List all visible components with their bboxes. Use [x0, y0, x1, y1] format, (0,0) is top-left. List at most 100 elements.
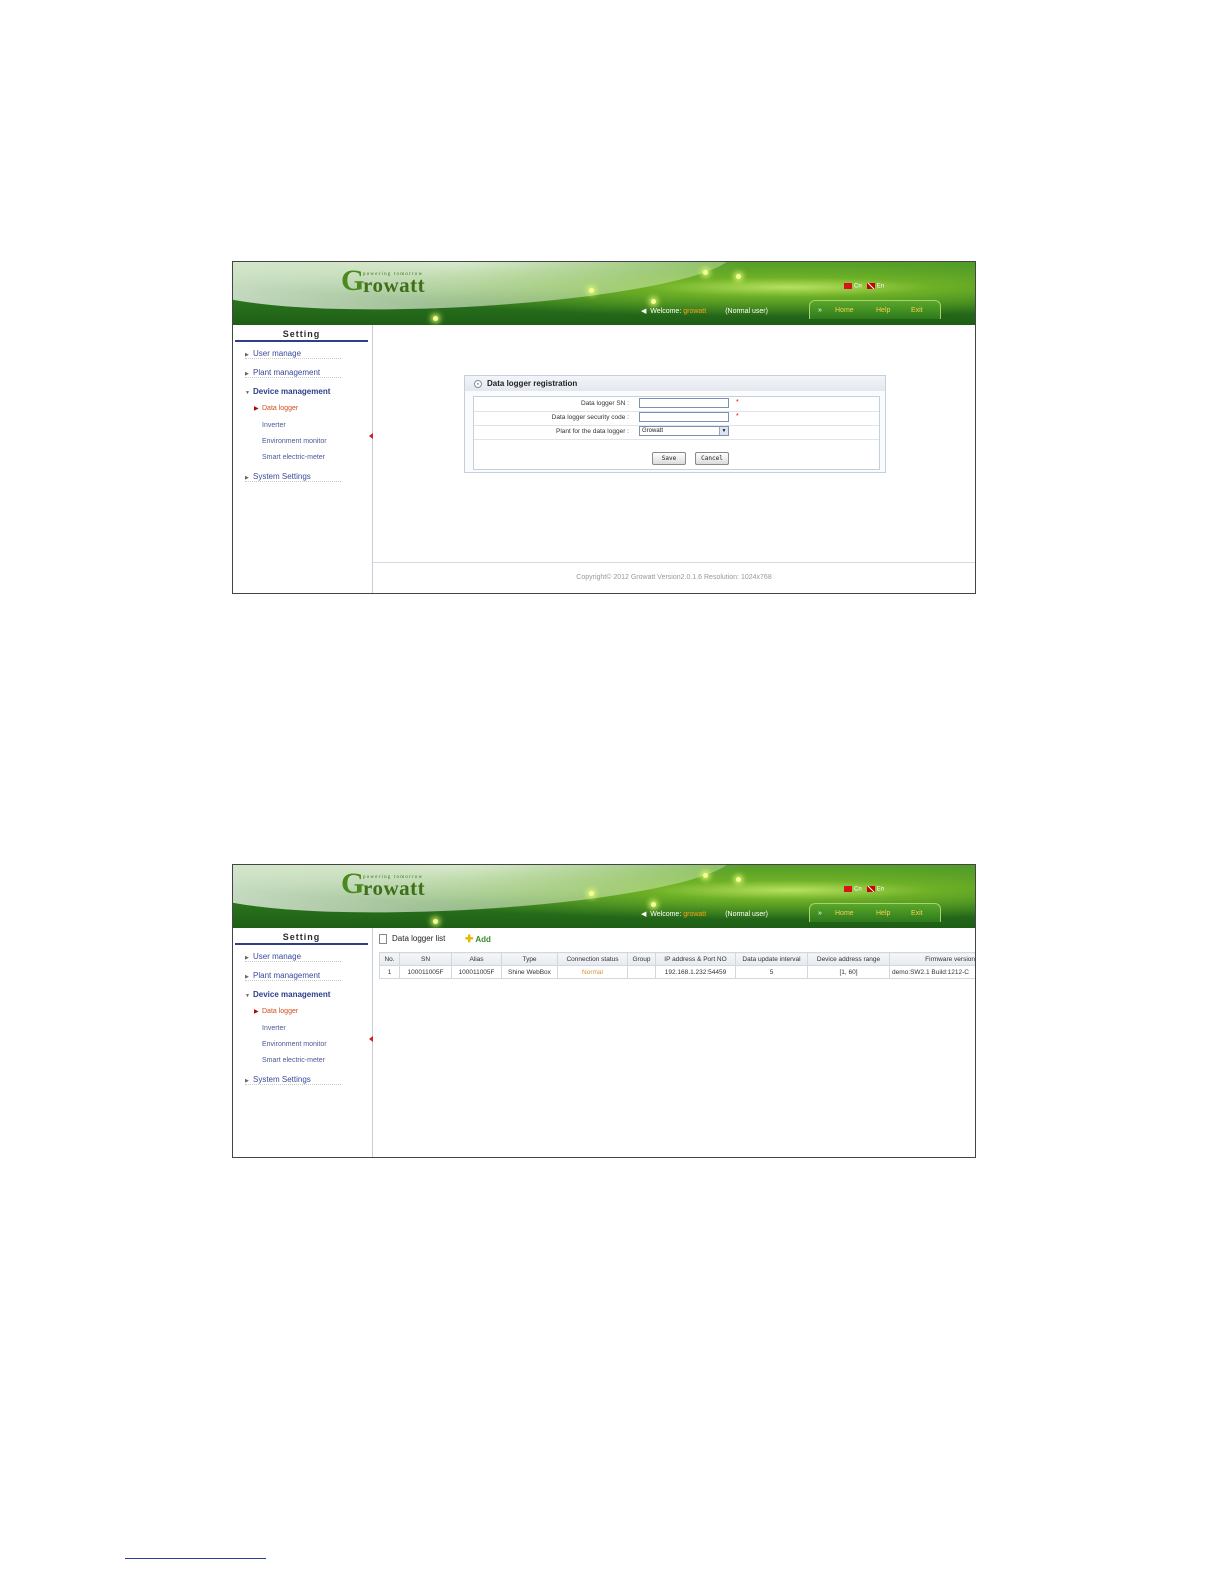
form-row-sn: Data logger SN : * — [474, 397, 879, 412]
sidebar-item-label: User manage — [253, 349, 302, 358]
sidebar-sub-data-logger[interactable]: ▶ Data logger — [254, 405, 298, 412]
sidebar-sub-data-logger[interactable]: ▶ Data logger — [254, 1008, 298, 1015]
sidebar-item-system-settings[interactable]: ▶ System Settings — [245, 1075, 341, 1085]
plant-select[interactable]: Growatt ▼ — [639, 426, 729, 436]
username: growatt — [683, 308, 707, 315]
column-header[interactable]: Group — [627, 952, 656, 966]
welcome-text: ◀ Welcome: growatt (Normal user) — [641, 910, 768, 918]
column-header[interactable]: Device address range — [807, 952, 890, 966]
cell-type: Shine WebBox — [501, 965, 558, 979]
registration-form: Data logger SN : * Data logger security … — [473, 396, 880, 470]
cell-sn[interactable]: 100011005F — [399, 965, 452, 979]
speaker-icon: ◀ — [641, 308, 647, 315]
cancel-button[interactable]: Cancel — [695, 452, 729, 465]
sidebar-item-device-management[interactable]: ▼ Device management — [245, 387, 330, 396]
cell-firmware: demo:SW2.1 Build:1212-C — [889, 965, 975, 979]
cell-ip-port: 192.168.1.232:54459 — [655, 965, 736, 979]
table-header-row: No. SN Alias Type Connection status Grou… — [379, 952, 975, 966]
logo-letter: G — [341, 264, 365, 297]
column-header[interactable]: SN — [399, 952, 452, 966]
header-banner: powering tomorrow G rowatt Cn En ◀ Welco… — [233, 262, 975, 325]
logo-text: rowatt — [363, 273, 426, 297]
add-logger-button[interactable]: ✚ Add — [465, 934, 491, 945]
sidebar-item-plant-management[interactable]: ▶ Plant management — [245, 971, 341, 981]
sidebar-item-label: Plant management — [253, 368, 321, 377]
column-header[interactable]: Data update interval — [735, 952, 808, 966]
nav-exit-link[interactable]: Exit — [911, 910, 923, 917]
nav-exit-link[interactable]: Exit — [911, 307, 923, 314]
uk-flag-icon[interactable] — [866, 886, 875, 892]
header-banner: powering tomorrow G rowatt Cn En ◀ Welco… — [233, 865, 975, 928]
welcome-label: Welcome: — [650, 308, 682, 315]
column-header[interactable]: IP address & Port NO — [655, 952, 736, 966]
main-content: Data logger list ✚ Add No. SN Alias Type … — [373, 928, 975, 1157]
lang-cn-link[interactable]: Cn — [854, 887, 862, 893]
lang-en-link[interactable]: En — [877, 284, 884, 290]
column-header[interactable]: Connection status — [557, 952, 628, 966]
sidebar-sub-smart-meter[interactable]: Smart electric-meter — [262, 1057, 325, 1064]
nav-home-link[interactable]: Home — [835, 307, 854, 314]
welcome-label: Welcome: — [650, 911, 682, 918]
sn-input[interactable] — [639, 398, 729, 408]
sidebar-sub-smart-meter[interactable]: Smart electric-meter — [262, 454, 325, 461]
sidebar-item-label: Device management — [253, 387, 331, 396]
sidebar-item-label: System Settings — [253, 1075, 311, 1084]
plus-icon: ✚ — [465, 934, 474, 945]
logo-text: rowatt — [363, 876, 426, 900]
form-row-code: Data logger security code : * — [474, 411, 879, 426]
sidebar: Setting ▶ User manage ▶ Plant management ▼… — [233, 928, 373, 1157]
security-code-label: Data logger security code : — [551, 414, 629, 421]
column-header[interactable]: Type — [501, 952, 558, 966]
sidebar-item-label: Device management — [253, 990, 331, 999]
sidebar-sub-environment-monitor[interactable]: Environment monitor — [262, 1041, 327, 1048]
sidebar-item-user-manage[interactable]: ▶ User manage — [245, 952, 341, 962]
cell-update-interval: 5 — [735, 965, 808, 979]
sidebar-sub-environment-monitor[interactable]: Environment monitor — [262, 438, 327, 445]
column-header[interactable]: Alias — [451, 952, 502, 966]
add-label: Add — [475, 935, 491, 944]
sidebar-item-user-manage[interactable]: ▶ User manage — [245, 349, 341, 359]
table-row[interactable]: 1 100011005F 100011005F Shine WebBox Nor… — [379, 965, 975, 979]
panel-title: Data logger registration — [487, 379, 578, 388]
footer-copyright: Copyright© 2012 Growatt Version2.0.1.6 R… — [373, 562, 975, 593]
logo-letter: G — [341, 867, 365, 900]
sidebar: Setting ▶ User manage ▶ Plant management ▼… — [233, 325, 373, 593]
column-header[interactable]: No. — [379, 952, 400, 966]
sidebar-title: Setting — [235, 932, 368, 945]
sidebar-item-label: User manage — [253, 952, 302, 961]
panel-bullet-icon: ● — [474, 380, 482, 388]
sidebar-title: Setting — [235, 329, 368, 342]
data-logger-table: No. SN Alias Type Connection status Grou… — [379, 952, 975, 979]
sidebar-item-device-management[interactable]: ▼ Device management — [245, 990, 330, 999]
registration-panel: ● Data logger registration Data logger S… — [464, 375, 886, 473]
top-nav: » Home Help Exit — [809, 300, 941, 319]
save-button[interactable]: Save — [652, 452, 686, 465]
lang-en-link[interactable]: En — [877, 887, 884, 893]
required-mark: * — [736, 413, 739, 420]
sidebar-item-plant-management[interactable]: ▶ Plant management — [245, 368, 341, 378]
lang-cn-link[interactable]: Cn — [854, 284, 862, 290]
welcome-text: ◀ Welcome: growatt (Normal user) — [641, 307, 768, 315]
china-flag-icon[interactable] — [844, 283, 852, 289]
security-code-input[interactable] — [639, 412, 729, 422]
main-content: ● Data logger registration Data logger S… — [373, 325, 975, 593]
cell-alias: 100011005F — [451, 965, 502, 979]
chevron-down-icon[interactable]: ▼ — [719, 427, 728, 435]
nav-arrow-icon: » — [818, 307, 822, 314]
cell-connection-status: Normal — [557, 965, 628, 979]
nav-help-link[interactable]: Help — [876, 307, 890, 314]
footnote-rule — [125, 1558, 266, 1559]
username: growatt — [683, 911, 707, 918]
nav-home-link[interactable]: Home — [835, 910, 854, 917]
uk-flag-icon[interactable] — [866, 283, 875, 289]
china-flag-icon[interactable] — [844, 886, 852, 892]
plant-select-value: Growatt — [642, 428, 664, 434]
column-header[interactable]: Firmware version — [889, 952, 975, 966]
sidebar-sub-inverter[interactable]: Inverter — [262, 1025, 286, 1032]
sidebar-item-system-settings[interactable]: ▶ System Settings — [245, 472, 341, 482]
sidebar-sub-inverter[interactable]: Inverter — [262, 422, 286, 429]
speaker-icon: ◀ — [641, 911, 647, 918]
form-row-plant: Plant for the data logger : Growatt ▼ — [474, 425, 879, 440]
list-title: Data logger list — [379, 934, 445, 944]
nav-help-link[interactable]: Help — [876, 910, 890, 917]
